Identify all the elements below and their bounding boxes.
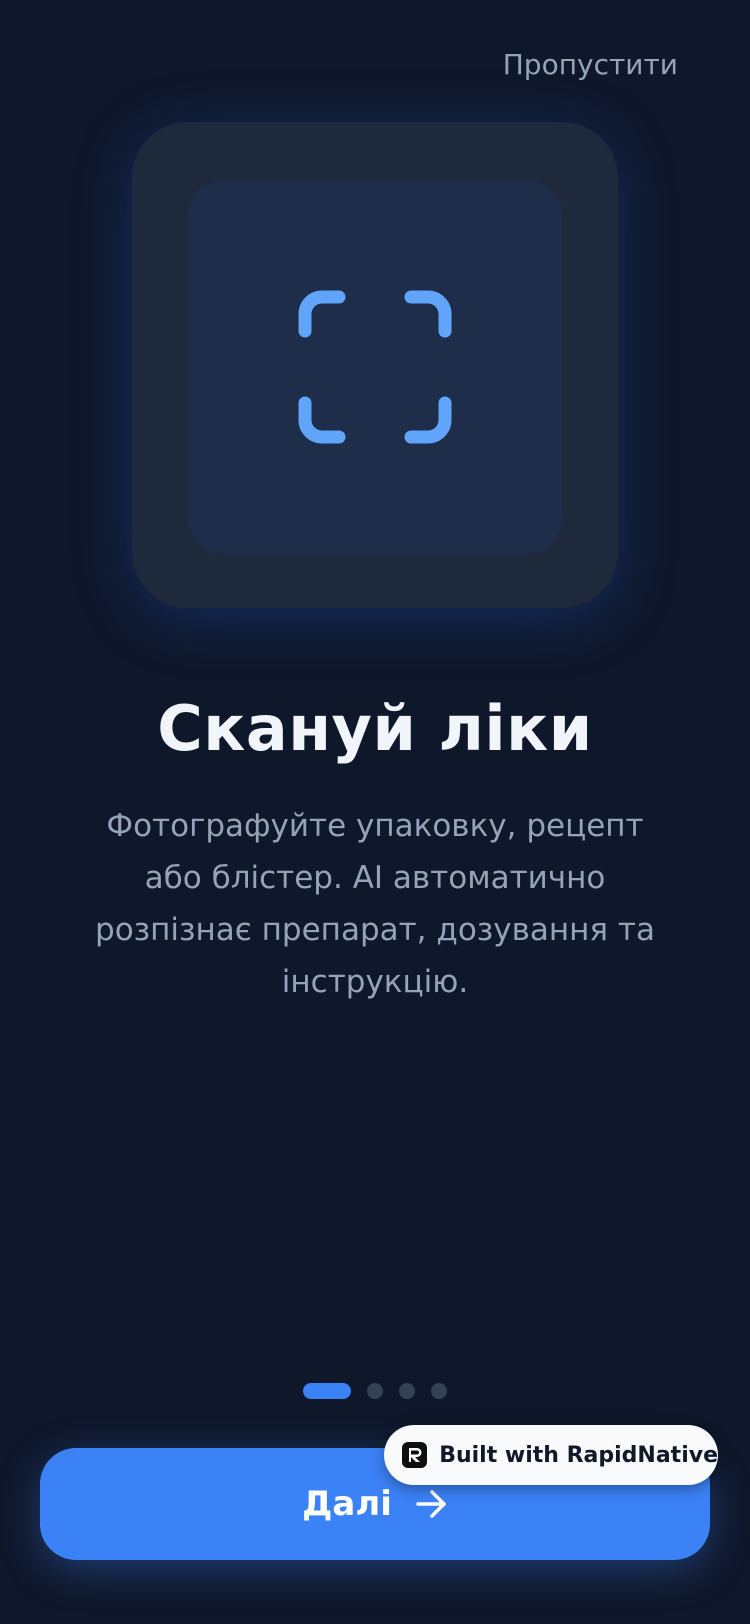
- pagination-dot[interactable]: [399, 1383, 415, 1399]
- rapidnative-logo-icon: [402, 1442, 428, 1468]
- hero-card: [132, 122, 618, 608]
- page-description: Фотографуйте упаковку, рецепт або блісте…: [95, 808, 655, 1000]
- badge-label: Built with RapidNative: [439, 1442, 718, 1468]
- arrow-right-icon: [416, 1490, 446, 1518]
- skip-button[interactable]: Пропустити: [503, 48, 678, 81]
- built-with-badge[interactable]: Built with RapidNative: [384, 1425, 718, 1485]
- next-button-label: Далі: [302, 1484, 392, 1524]
- scan-frame-icon: [298, 290, 452, 444]
- hero-card-inner: [188, 180, 562, 554]
- pagination-dot-active[interactable]: [303, 1383, 351, 1399]
- pagination-dot[interactable]: [367, 1383, 383, 1399]
- pagination-dot[interactable]: [431, 1383, 447, 1399]
- page-title: Скануй ліки: [157, 692, 593, 765]
- pagination-dots: [0, 1383, 750, 1399]
